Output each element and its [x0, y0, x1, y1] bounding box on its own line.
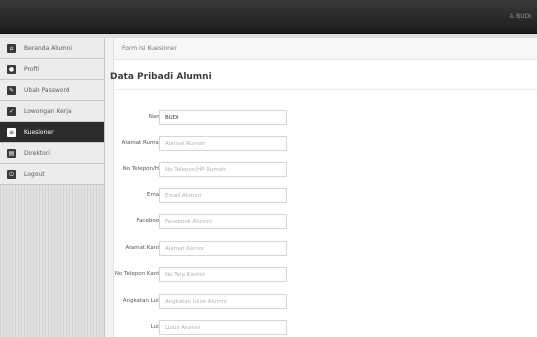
sidebar-item[interactable]: ● Profil	[0, 59, 104, 80]
text-input[interactable]: Alamat Kantor	[159, 241, 287, 256]
form-row: No Telepon Kantor No Telp Kantor	[114, 267, 314, 283]
text-input[interactable]: Angkatan lulus Alumni	[159, 294, 287, 309]
form-row: No Telepon/HP* No Telepon/HP Rumah	[114, 162, 314, 178]
briefcase-icon: ✓	[7, 106, 16, 116]
sidebar-item[interactable]: ⌂ Beranda Alumni	[0, 38, 104, 59]
form-row: Nama BUDI	[114, 110, 314, 126]
sidebar-item[interactable]: ⏻ Logout	[0, 164, 104, 185]
home-icon: ⌂	[7, 43, 16, 53]
text-input[interactable]: No Telepon/HP Rumah	[159, 162, 287, 177]
sidebar-item-label: Ubah Password	[24, 86, 70, 94]
sidebar-item-label: Kuesioner	[24, 128, 54, 136]
sidebar-menu: ⌂ Beranda Alumni ● Profil ✎ Ubah Password ✓ Low…	[0, 38, 104, 185]
text-input[interactable]: No Telp Kantor	[159, 267, 287, 282]
divider	[114, 89, 537, 90]
text-input[interactable]: Email Alumni	[159, 188, 287, 203]
sidebar-item-label: Direktori	[24, 149, 50, 157]
breadcrumb-current: Form Isi Kuesioner	[122, 45, 178, 52]
field-label: No Telepon Kantor	[114, 271, 165, 277]
user-name: BUDI	[516, 13, 531, 20]
form-row: Alamat Rumah* Alamat Rumah	[114, 136, 314, 152]
form-row: Angkatan Lulus Angkatan lulus Alumni	[114, 294, 314, 310]
sidebar-item[interactable]: ✎ Ubah Password	[0, 80, 104, 101]
form-row: Facebook* Facebook Alumni	[114, 214, 314, 230]
sidebar-item[interactable]: ▤ Direktori	[0, 143, 104, 164]
book-icon: ▤	[7, 148, 16, 158]
user-icon: ♙	[508, 13, 515, 20]
logout-icon: ⏻	[7, 169, 16, 179]
form-title: Data Pribadi Alumni	[110, 72, 212, 82]
text-input[interactable]: Facebook Alumni	[159, 214, 287, 229]
list-icon: ≡	[7, 127, 16, 137]
sidebar-item-label: Beranda Alumni	[24, 44, 73, 52]
text-input[interactable]: BUDI	[159, 110, 287, 125]
form-row: Lulus Lulus Alumni	[114, 320, 314, 336]
form-row: Email* Email Alumni	[114, 188, 314, 204]
form-row: Alamat Kantor Alamat Kantor	[114, 241, 314, 257]
key-icon: ✎	[7, 85, 16, 95]
text-input[interactable]: Lulus Alumni	[159, 320, 287, 335]
sidebar: ⌂ Beranda Alumni ● Profil ✎ Ubah Password ✓ Low…	[0, 38, 105, 337]
sidebar-item[interactable]: ✓ Lowongan Kerja	[0, 101, 104, 122]
sidebar-item-label: Logout	[24, 170, 45, 178]
text-input[interactable]: Alamat Rumah	[159, 136, 287, 151]
top-navbar: ♙ BUDI	[0, 0, 537, 34]
sidebar-item[interactable]: ≡ Kuesioner	[0, 122, 104, 143]
main-content: Form Isi Kuesioner Data Pribadi Alumni N…	[110, 38, 537, 337]
user-icon: ●	[7, 64, 16, 74]
sidebar-item-label: Lowongan Kerja	[24, 107, 72, 115]
breadcrumb: Form Isi Kuesioner	[114, 38, 537, 60]
sidebar-item-label: Profil	[24, 65, 39, 73]
user-menu[interactable]: ♙ BUDI	[509, 13, 531, 20]
